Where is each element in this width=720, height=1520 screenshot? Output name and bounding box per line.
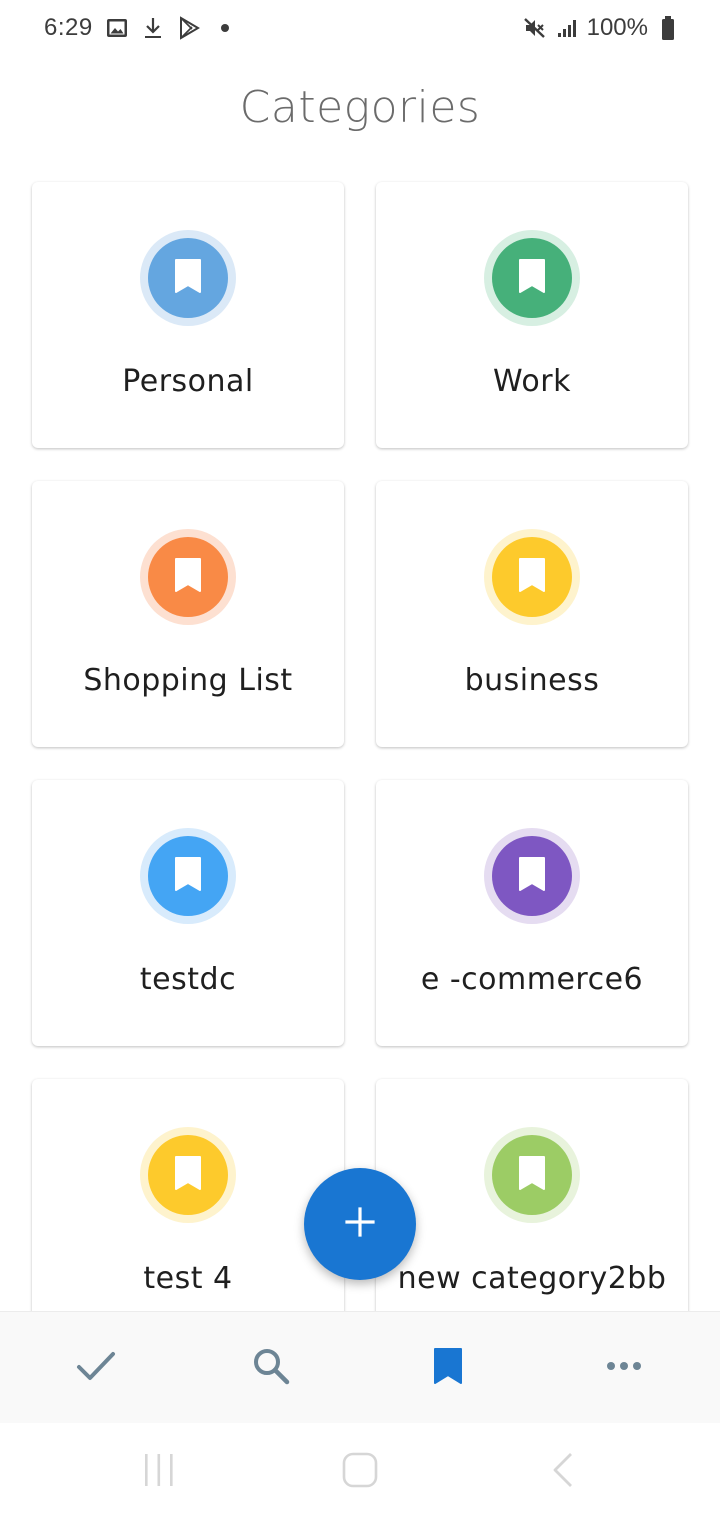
- bottom-nav: [0, 1311, 720, 1423]
- page-title: Categories: [239, 82, 481, 133]
- category-label: new category2bb: [397, 1261, 667, 1296]
- category-icon-ring: [140, 529, 236, 625]
- category-card[interactable]: test 4: [32, 1079, 344, 1345]
- category-icon-circle: [492, 537, 572, 617]
- image-icon: [105, 16, 129, 40]
- category-card[interactable]: testdc: [32, 780, 344, 1046]
- bookmark-icon: [518, 557, 546, 598]
- play-store-icon: [177, 16, 201, 40]
- bookmark-icon: [174, 258, 202, 299]
- category-card[interactable]: Work: [376, 182, 688, 448]
- category-label: Shopping List: [83, 663, 293, 698]
- plus-icon: [345, 1206, 375, 1242]
- category-icon-ring: [484, 529, 580, 625]
- category-icon-circle: [492, 238, 572, 318]
- category-label: Work: [493, 364, 571, 399]
- category-icon-circle: [148, 1135, 228, 1215]
- dot-icon: [213, 16, 237, 40]
- back-button[interactable]: [502, 1424, 622, 1520]
- category-icon-ring: [484, 1127, 580, 1223]
- status-time: 6:29: [44, 14, 93, 41]
- home-icon: [341, 1451, 379, 1494]
- category-card[interactable]: business: [376, 481, 688, 747]
- nav-item-tasks[interactable]: [6, 1312, 186, 1424]
- category-icon-circle: [148, 238, 228, 318]
- category-icon-ring: [140, 828, 236, 924]
- category-icon-circle: [148, 537, 228, 617]
- more-icon: [606, 1359, 642, 1377]
- category-icon-ring: [140, 1127, 236, 1223]
- category-card[interactable]: Shopping List: [32, 481, 344, 747]
- recent-apps-icon: [142, 1453, 176, 1492]
- download-icon: [141, 16, 165, 40]
- recent-apps-button[interactable]: [99, 1424, 219, 1520]
- category-label: business: [464, 663, 600, 698]
- category-icon-circle: [148, 836, 228, 916]
- bookmark-icon: [432, 1346, 464, 1391]
- category-icon-circle: [492, 1135, 572, 1215]
- bookmark-icon: [518, 258, 546, 299]
- category-card[interactable]: Personal: [32, 182, 344, 448]
- nav-item-categories[interactable]: [358, 1312, 538, 1424]
- battery-percent: 100%: [586, 14, 648, 41]
- category-icon-ring: [484, 230, 580, 326]
- bookmark-icon: [518, 1155, 546, 1196]
- category-label: testdc: [139, 962, 237, 997]
- category-icon-ring: [140, 230, 236, 326]
- home-button[interactable]: [300, 1424, 420, 1520]
- nav-item-search[interactable]: [181, 1312, 361, 1424]
- nav-item-more[interactable]: [534, 1312, 714, 1424]
- back-icon: [549, 1451, 575, 1494]
- bookmark-icon: [174, 557, 202, 598]
- signal-icon: [555, 16, 579, 40]
- bookmark-icon: [518, 856, 546, 897]
- system-nav: [0, 1424, 720, 1520]
- status-bar-left: 6:29: [44, 12, 237, 44]
- category-card[interactable]: new category2bb: [376, 1079, 688, 1345]
- add-category-button[interactable]: [304, 1168, 416, 1280]
- category-label: e -commerce6: [420, 962, 644, 997]
- battery-icon: [656, 16, 680, 40]
- category-icon-ring: [484, 828, 580, 924]
- category-icon-circle: [492, 836, 572, 916]
- check-icon: [76, 1350, 116, 1387]
- bookmark-icon: [174, 856, 202, 897]
- category-card[interactable]: e -commerce6: [376, 780, 688, 1046]
- mute-icon: [523, 16, 547, 40]
- category-label: Personal: [122, 364, 254, 399]
- category-label: test 4: [143, 1261, 233, 1296]
- status-bar: 6:29 100%: [0, 0, 720, 56]
- status-bar-right: 100%: [523, 12, 680, 44]
- search-icon: [251, 1346, 291, 1391]
- bookmark-icon: [174, 1155, 202, 1196]
